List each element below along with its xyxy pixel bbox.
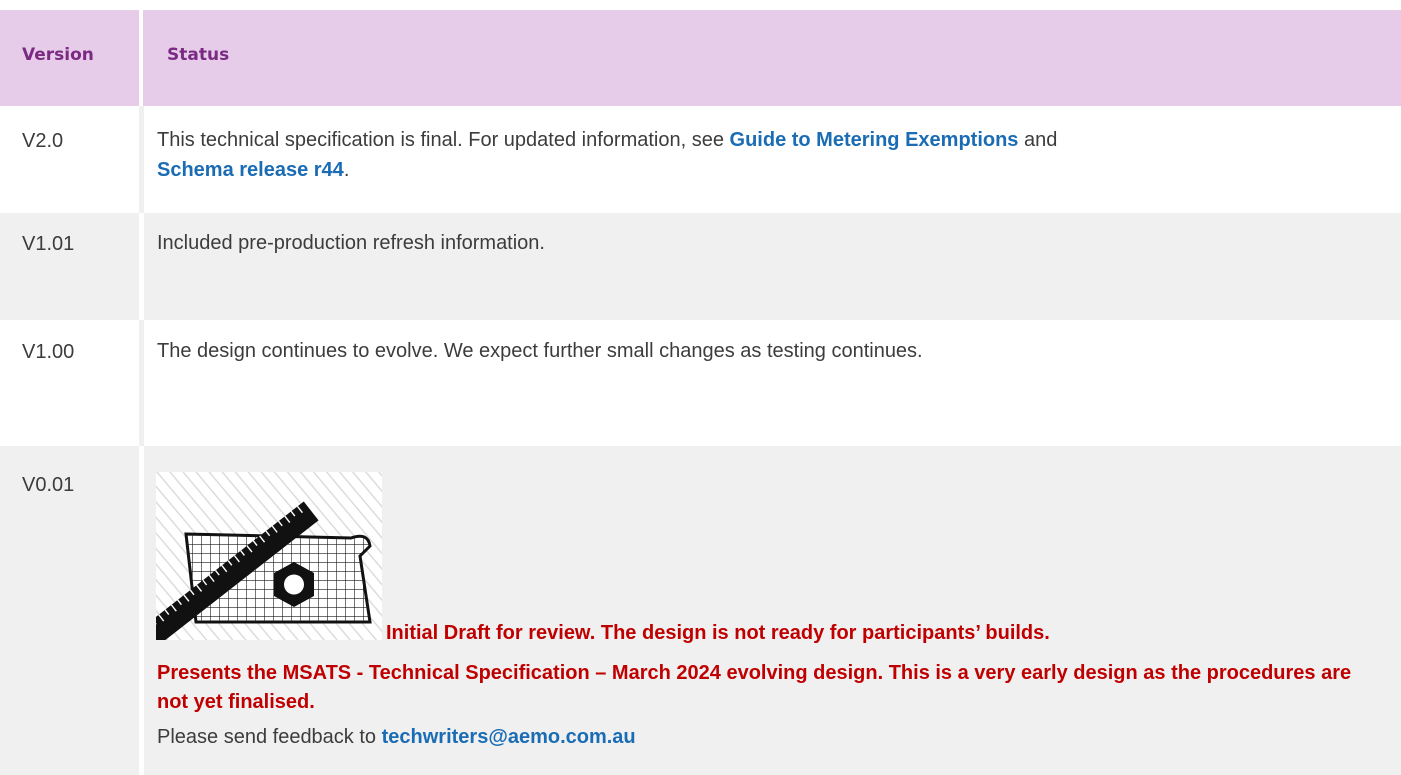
feedback-line: Please send feedback to techwriters@aemo… <box>157 726 636 749</box>
table-row: V1.01 Included pre-production refresh in… <box>0 213 1401 320</box>
version-value: V1.01 <box>22 233 74 256</box>
status-cell: This technical specification is final. F… <box>139 106 1401 213</box>
column-divider <box>139 446 144 775</box>
guide-to-metering-exemptions-link[interactable]: Guide to Metering Exemptions <box>730 129 1019 151</box>
feedback-email-link[interactable]: techwriters@aemo.com.au <box>382 726 636 748</box>
version-cell: V2.0 <box>0 106 139 213</box>
version-cell: V1.00 <box>0 320 139 446</box>
header-version-label: Version <box>22 45 94 65</box>
feedback-label: Please send feedback to <box>157 726 382 748</box>
version-cell: V0.01 <box>0 446 139 775</box>
draft-notice-line1: Initial Draft for review. The design is … <box>386 622 1050 645</box>
version-history-table: Version Status V2.0 This technical speci… <box>0 10 1401 775</box>
table-row: V1.00 The design continues to evolve. We… <box>0 320 1401 446</box>
status-text-part: and <box>1018 129 1057 151</box>
draft-notice-line2: Presents the MSATS - Technical Specifica… <box>157 659 1357 717</box>
ruler-grid-hexnut-icon <box>156 472 382 640</box>
table-header-row: Version Status <box>0 10 1401 106</box>
status-text: This technical specification is final. F… <box>157 125 1361 185</box>
status-text: Included pre-production refresh informat… <box>157 228 1361 258</box>
version-value: V2.0 <box>22 130 63 153</box>
version-value: V1.00 <box>22 341 74 364</box>
status-text: The design continues to evolve. We expec… <box>157 336 1361 366</box>
table-row: V2.0 This technical specification is fin… <box>0 106 1401 213</box>
status-cell: The design continues to evolve. We expec… <box>139 320 1401 446</box>
status-cell: Included pre-production refresh informat… <box>139 213 1401 320</box>
table-row: V0.01 <box>0 446 1401 775</box>
version-value: V0.01 <box>22 474 74 497</box>
status-text-part: This technical specification is final. F… <box>157 129 730 151</box>
version-cell: V1.01 <box>0 213 139 320</box>
header-status-label: Status <box>167 45 229 65</box>
header-version-cell: Version <box>0 10 139 106</box>
header-status-cell: Status <box>139 10 1401 106</box>
schema-release-link[interactable]: Schema release r44 <box>157 159 344 181</box>
status-text-part: . <box>344 159 350 181</box>
